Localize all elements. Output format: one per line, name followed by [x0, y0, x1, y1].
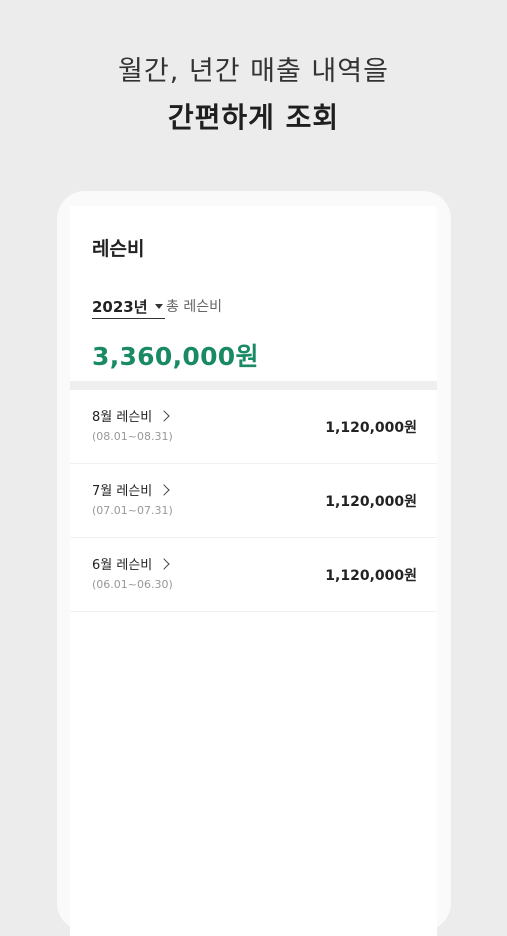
total-amount: 3,360,000원	[92, 342, 259, 371]
section-divider	[70, 381, 437, 390]
month-label: 8월 레슨비	[92, 406, 170, 425]
total-label: 총 레슨비	[166, 299, 222, 315]
month-label: 7월 레슨비	[92, 480, 170, 499]
month-label-text: 6월 레슨비	[92, 558, 153, 573]
phone-frame: 레슨비 2023년 총 레슨비 3,360,000원 8월 레슨비 (08.01…	[57, 191, 451, 936]
chevron-right-icon	[158, 410, 170, 422]
month-date-range: (07.01~07.31)	[92, 504, 173, 517]
month-amount: 1,120,000원	[325, 568, 417, 584]
month-date-range: (06.01~06.30)	[92, 578, 173, 591]
page-title: 레슨비	[92, 238, 145, 260]
month-amount: 1,120,000원	[325, 494, 417, 510]
month-label-text: 8월 레슨비	[92, 410, 153, 425]
month-row-august[interactable]: 8월 레슨비 (08.01~08.31) 1,120,000원	[70, 390, 437, 464]
month-label-text: 7월 레슨비	[92, 484, 153, 499]
year-value: 2023년	[92, 297, 148, 316]
month-amount: 1,120,000원	[325, 420, 417, 436]
month-label: 6월 레슨비	[92, 554, 170, 573]
promo-headline: 월간, 년간 매출 내역을 간편하게 조회	[0, 52, 507, 140]
month-row-june[interactable]: 6월 레슨비 (06.01~06.30) 1,120,000원	[70, 538, 437, 612]
headline-line-1: 월간, 년간 매출 내역을	[118, 56, 389, 87]
chevron-right-icon	[158, 558, 170, 570]
month-date-range: (08.01~08.31)	[92, 430, 173, 443]
month-row-july[interactable]: 7월 레슨비 (07.01~07.31) 1,120,000원	[70, 464, 437, 538]
lesson-fee-screen: 레슨비 2023년 총 레슨비 3,360,000원 8월 레슨비 (08.01…	[70, 206, 437, 936]
caret-down-icon	[154, 303, 163, 309]
chevron-right-icon	[158, 484, 170, 496]
year-dropdown[interactable]: 2023년	[92, 294, 165, 319]
headline-line-2: 간편하게 조회	[167, 101, 340, 134]
